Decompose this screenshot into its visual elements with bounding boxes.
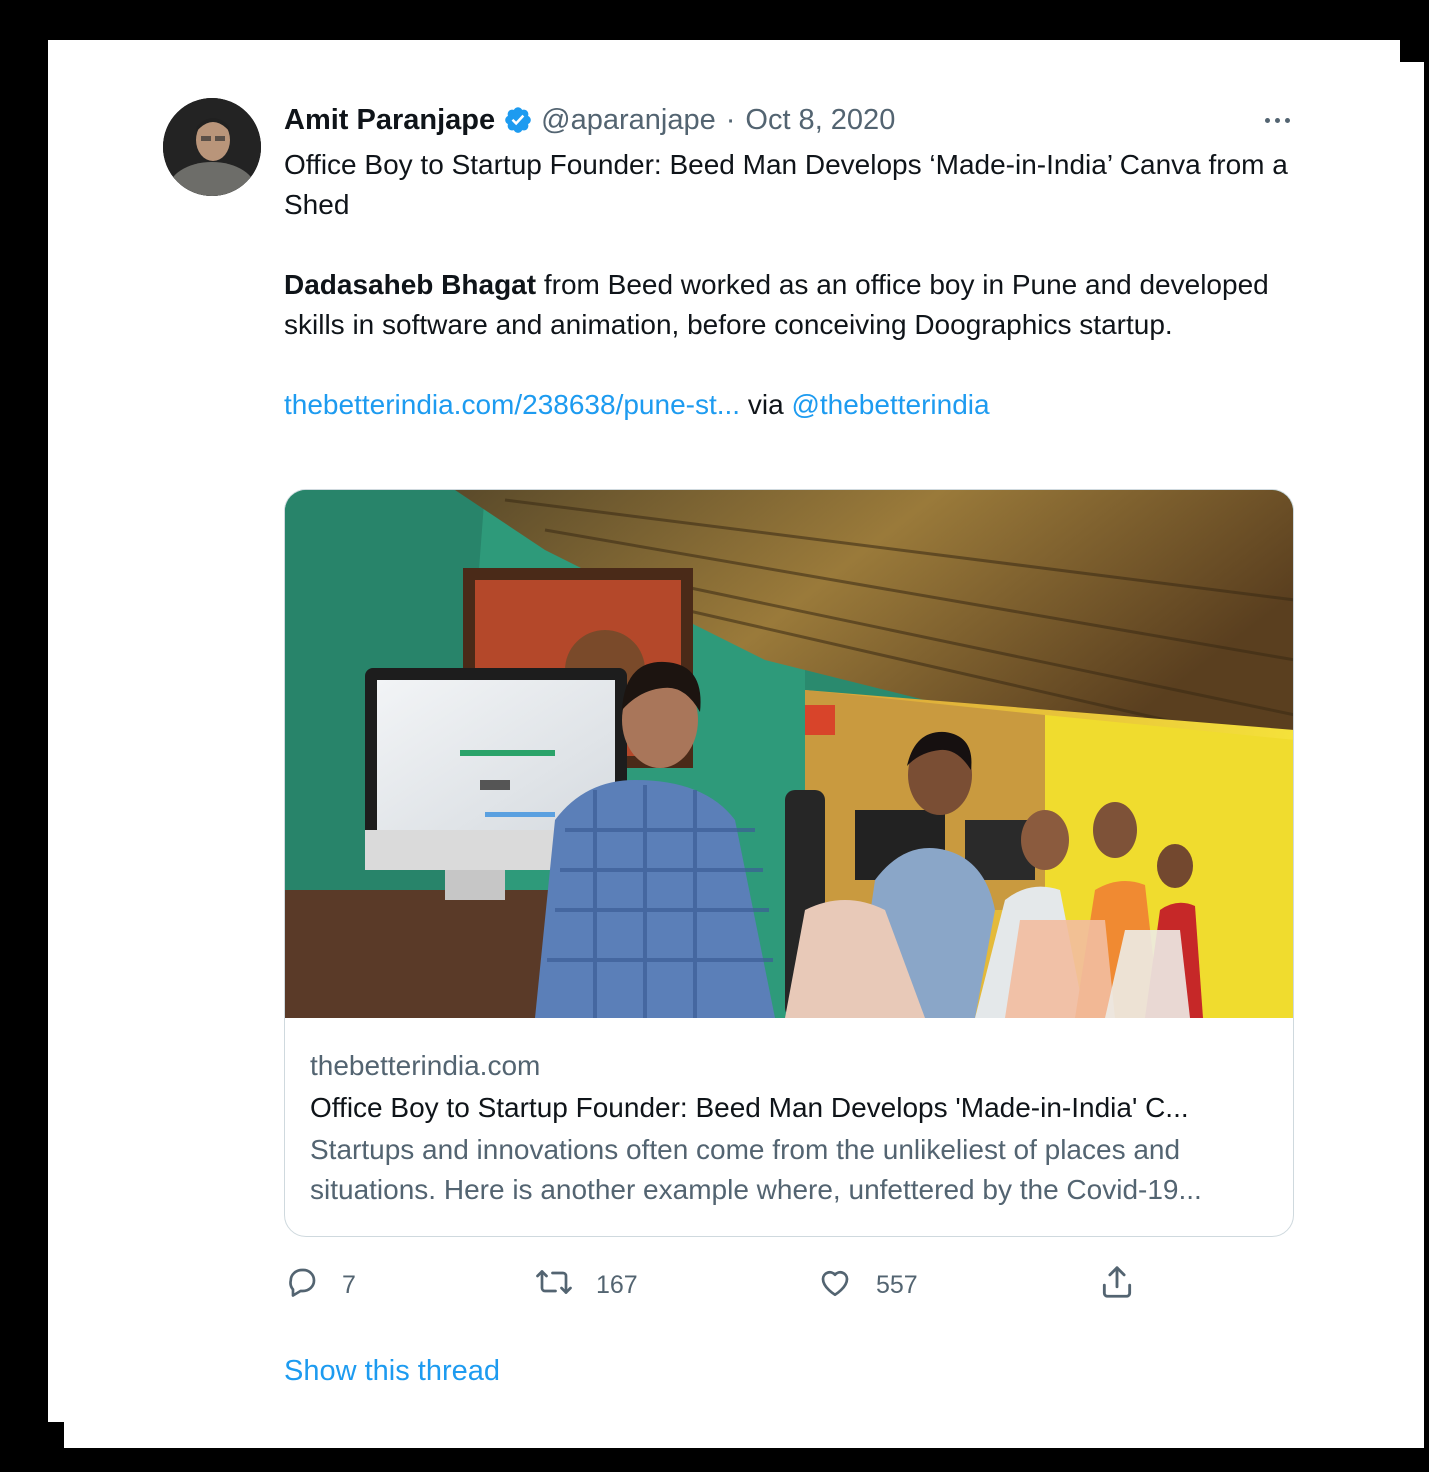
link-card-text: thebetterindia.com Office Boy to Startup…: [310, 1046, 1270, 1210]
tweet-date[interactable]: Oct 8, 2020: [745, 104, 895, 137]
like-icon: [816, 1264, 854, 1307]
link-preview-card[interactable]: thebetterindia.com Office Boy to Startup…: [284, 489, 1294, 1237]
avatar[interactable]: [163, 98, 261, 196]
tweet-text: Office Boy to Startup Founder: Beed Man …: [284, 145, 1294, 425]
tweet-headline: Office Boy to Startup Founder: Beed Man …: [284, 149, 1288, 220]
tweet-actions: 7 167 557: [284, 1262, 1294, 1308]
link-card-description: Startups and innovations often come from…: [310, 1134, 1202, 1205]
retweet-icon: [534, 1264, 574, 1307]
tweet-paragraph: Dadasaheb Bhagat from Beed worked as an …: [284, 265, 1294, 345]
show-thread-link[interactable]: Show this thread: [284, 1355, 500, 1388]
link-card-site: thebetterindia.com: [310, 1050, 541, 1081]
author-name[interactable]: Amit Paranjape: [284, 104, 495, 137]
link-card-title: Office Boy to Startup Founder: Beed Man …: [310, 1092, 1189, 1123]
link-line: thebetterindia.com/238638/pune-st... via…: [284, 385, 1294, 425]
article-photo: [285, 490, 1293, 1018]
mention-link[interactable]: @thebetterindia: [791, 389, 989, 420]
reply-count: 7: [342, 1270, 356, 1299]
share-button[interactable]: [1098, 1262, 1136, 1308]
verified-badge-icon: [503, 105, 533, 135]
article-link[interactable]: thebetterindia.com/238638/pune-st...: [284, 389, 740, 420]
author-handle[interactable]: @aparanjape: [541, 104, 716, 137]
like-count: 557: [876, 1270, 918, 1299]
share-icon: [1098, 1263, 1136, 1308]
reply-icon: [284, 1264, 320, 1307]
more-icon[interactable]: [1255, 108, 1299, 132]
reply-button[interactable]: 7: [284, 1262, 356, 1308]
retweet-count: 167: [596, 1270, 638, 1299]
bold-name: Dadasaheb Bhagat: [284, 269, 537, 300]
retweet-button[interactable]: 167: [534, 1262, 638, 1308]
tweet-header: Amit Paranjape @aparanjape · Oct 8, 2020: [284, 100, 895, 140]
via-text: via: [740, 389, 792, 420]
separator-dot: ·: [725, 103, 736, 136]
like-button[interactable]: 557: [816, 1262, 918, 1308]
